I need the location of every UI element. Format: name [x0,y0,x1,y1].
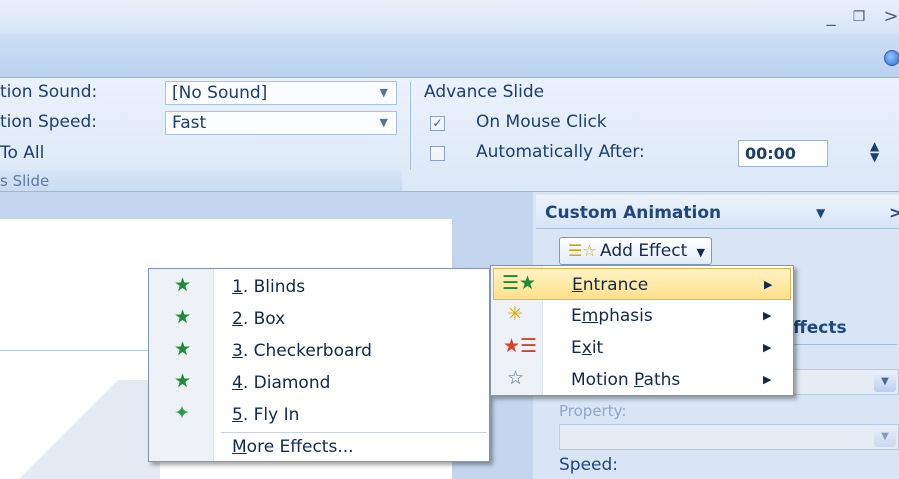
submenu-arrow-icon: ▶ [763,373,772,386]
advance-slide-title: Advance Slide [424,82,545,102]
exit-star-icon: ★☰ [503,335,538,357]
on-mouse-click-checkbox[interactable]: ✓ [430,116,445,131]
group-footer [0,170,402,191]
effects-heading: ffects [793,318,847,338]
transition-speed-value: Fast [172,113,207,133]
motion-path-star-icon: ☆ [507,367,525,389]
diamond-star-icon: ★ [174,370,192,392]
menu-item-label: 2. Box [232,309,286,329]
chevron-down-icon: ▼ [874,372,896,392]
submenu-arrow-icon: ▶ [763,341,772,354]
submenu-arrow-icon: ▶ [763,309,772,322]
time-spinner-icon[interactable]: ▲ ▼ [870,140,879,163]
apply-to-all-button[interactable]: To All [0,143,44,163]
add-effect-label: Add Effect [600,241,688,261]
start-dropdown[interactable]: ▼ [793,369,899,395]
property-label: Property: [559,402,627,420]
chevron-down-icon: ▼ [379,86,388,99]
menu-item-label: Entrance [572,275,649,295]
submenu-arrow-icon: ▶ [764,278,773,291]
checkerboard-star-icon: ★ [174,338,192,360]
slide-decoration [0,380,160,479]
help-icon[interactable] [884,50,899,66]
menu-item-checkerboard[interactable]: ★ 3. Checkerboard [150,335,488,367]
menu-item-label: 5. Fly In [232,405,300,425]
menu-item-diamond[interactable]: ★ 4. Diamond [150,367,488,399]
menu-item-label: 4. Diamond [232,373,331,393]
transition-speed-dropdown[interactable]: Fast ▼ [165,111,397,135]
group-label: s Slide [0,172,50,190]
emphasis-star-icon: ✳ [507,303,523,325]
add-effect-button[interactable]: ☰☆ Add Effect ▼ [559,237,712,265]
auto-after-time-input[interactable]: 00:00 [738,140,828,167]
auto-after-checkbox[interactable] [430,146,445,161]
add-effect-star-icon: ☰☆ [568,241,597,260]
menu-item-fly-in[interactable]: ✦ 5. Fly In [150,399,488,431]
box-star-icon: ★ [174,306,192,328]
menu-item-label: 3. Checkerboard [232,341,372,361]
add-effect-menu: ☰★ Entrance ▶ ✳ Emphasis ▶ ★☰ Exit ▶ ☆ M… [490,265,794,396]
transition-sound-label: tion Sound: [0,82,98,102]
chevron-down-icon: ▼ [379,116,388,129]
menu-item-exit[interactable]: ★☰ Exit ▶ [493,332,791,364]
pane-title: Custom Animation [545,203,722,223]
transition-speed-label: tion Speed: [0,112,97,132]
blinds-star-icon: ★ [174,274,192,296]
chevron-down-icon: ▼ [696,246,705,259]
menu-item-emphasis[interactable]: ✳ Emphasis ▶ [493,300,791,332]
menu-item-label: Emphasis [571,306,653,326]
ribbon-tab-strip [0,34,899,78]
menu-item-label: 1. Blinds [232,277,306,297]
on-mouse-click-label: On Mouse Click [476,112,607,132]
close-icon[interactable]: > [878,6,899,28]
entrance-star-icon: ☰★ [502,272,537,294]
entrance-submenu: ★ 1. Blinds ★ 2. Box ★ 3. Checkerboard ★… [148,268,490,462]
menu-item-blinds[interactable]: ★ 1. Blinds [150,271,488,303]
group-divider [410,82,411,170]
auto-after-label: Automatically After: [476,142,645,162]
effects-underline [793,344,897,345]
restore-icon[interactable]: ❐ [846,6,872,28]
menu-item-box[interactable]: ★ 2. Box [150,303,488,335]
fly-in-star-icon: ✦ [174,402,190,424]
property-dropdown[interactable]: ▼ [559,424,899,450]
pane-menu-icon[interactable]: ▼ [816,206,825,220]
menu-item-label: Exit [571,338,604,358]
speed-label: Speed: [559,455,619,475]
menu-item-motion-paths[interactable]: ☆ Motion Paths ▶ [493,364,791,396]
minimize-icon[interactable]: _ [818,6,844,28]
transition-sound-dropdown[interactable]: [No Sound] ▼ [165,81,397,105]
transition-sound-value: [No Sound] [172,83,268,103]
menu-item-more-effects[interactable]: More Effects... [150,431,488,463]
title-bar [0,0,899,34]
menu-item-entrance[interactable]: ☰★ Entrance ▶ [493,268,791,300]
menu-item-label: More Effects... [232,437,354,457]
chevron-down-icon: ▼ [874,427,896,447]
menu-item-label: Motion Paths [571,370,681,390]
pane-close-icon[interactable]: > [889,203,899,222]
